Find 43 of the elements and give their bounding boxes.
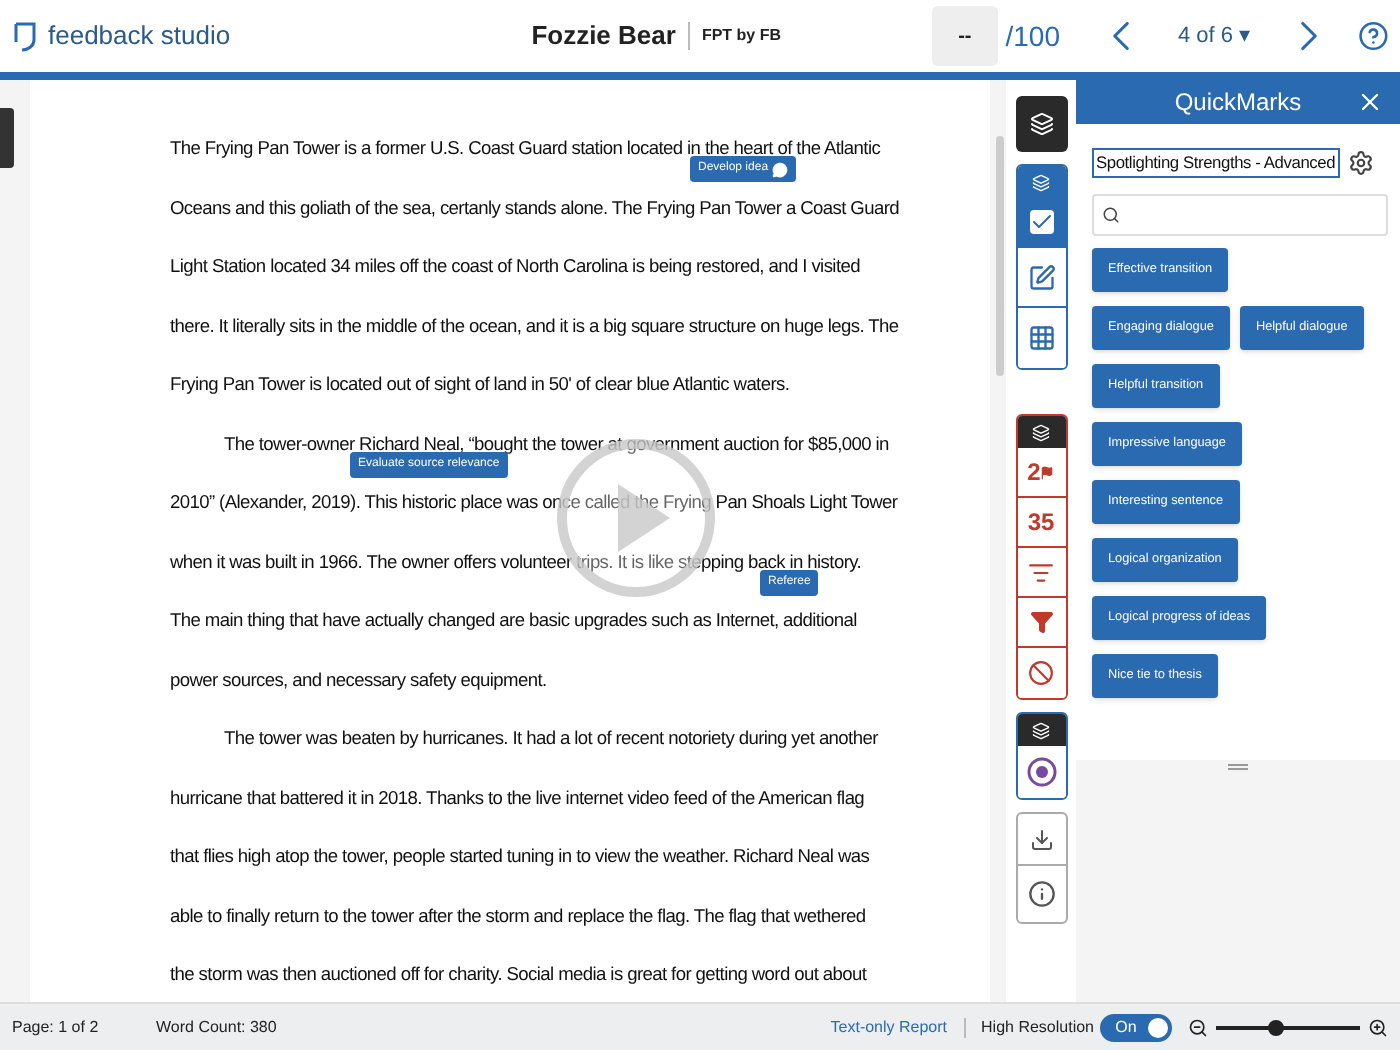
- checklist-icon[interactable]: [1017, 198, 1065, 248]
- zoom-out-icon[interactable]: [1188, 1017, 1208, 1037]
- word-count: Word Count: 380: [156, 1015, 279, 1039]
- text-line: that flies high atop the tower, people started tuning in to view the weather. Richard Neal was: [170, 844, 870, 868]
- assignment-name: FPT by FB: [701, 24, 781, 48]
- text-line: the storm was then auctioned off for charity. Social media is great for getting word out about: [170, 962, 867, 986]
- help-icon[interactable]: [1357, 20, 1388, 52]
- text-line: Frying Pan Tower is located out of sight of land in 50' of clear blue Atlantic waters.: [170, 372, 790, 396]
- search-icon: [1102, 205, 1120, 224]
- text-line: power sources, and necessary safety equipment.: [170, 667, 547, 691]
- panel-title: QuickMarks: [1172, 86, 1304, 120]
- text-line: The main thing that have actually changed are basic upgrades such as Internet, additional: [170, 608, 857, 632]
- text-line: The tower-owner Richard Neal, “bought the tower at government auction for $85,000 in: [224, 431, 889, 455]
- zoom-in-icon[interactable]: [1368, 1017, 1388, 1037]
- search-field[interactable]: [1092, 193, 1388, 236]
- text-line: able to finally return to the tower after the storm and replace the flag. The flag that wethered: [170, 903, 866, 927]
- brand-name: feedback studio: [48, 18, 231, 55]
- text-only-report-link[interactable]: Text-only Report: [830, 1015, 948, 1039]
- grade-field[interactable]: --: [932, 6, 998, 66]
- scrollbar[interactable]: [996, 136, 1004, 376]
- student-name: Fozzie Bear: [531, 18, 676, 55]
- text-line: Oceans and this goliath of the sea, certanly stands alone. The Frying Pan Tower a Coast Guard: [170, 195, 900, 219]
- flag-icon: [1040, 465, 1055, 479]
- text-line: there. It literally sits in the middle of the ocean, and it is a big square structure on huge legs. The: [170, 313, 899, 337]
- set-selector[interactable]: Spotlighting Strengths - Advanced: [1092, 148, 1340, 178]
- layers-icon[interactable]: [1015, 96, 1067, 152]
- resize-handle[interactable]: [1228, 764, 1248, 770]
- page-count: Page: 1 of 2: [12, 1015, 101, 1039]
- high-resolution-toggle[interactable]: On: [1100, 1013, 1172, 1041]
- text-line: when it was built in 1966. The owner offers volunteer trips. It is like stepping back in history.: [170, 549, 862, 573]
- settings-icon[interactable]: [1347, 149, 1374, 176]
- text-line: The tower was beaten by hurricanes. It had a lot of recent notoriety during yet another: [224, 726, 878, 750]
- text-line: Light Station located 34 miles off the coast of North Carolina is being restored, and I visited: [170, 254, 860, 278]
- close-icon[interactable]: [1356, 88, 1384, 116]
- layers-icon[interactable]: [1017, 416, 1065, 448]
- pager-dropdown[interactable]: 4 of 6 ▾: [1178, 19, 1252, 53]
- zoom-slider-thumb[interactable]: [1268, 1019, 1285, 1035]
- grade-total: /100: [1005, 17, 1060, 55]
- text-line: hurricane that battered it in 2018. Thanks to the live internet video feed of the American flag: [170, 785, 865, 809]
- high-resolution-label: High Resolution: [981, 1015, 1094, 1039]
- logo-icon: [12, 20, 40, 52]
- text-line: The Frying Pan Tower is a former U.S. Coast Guard station located in the heart of the Atlantic: [170, 136, 881, 160]
- layers-icon[interactable]: [1017, 714, 1065, 746]
